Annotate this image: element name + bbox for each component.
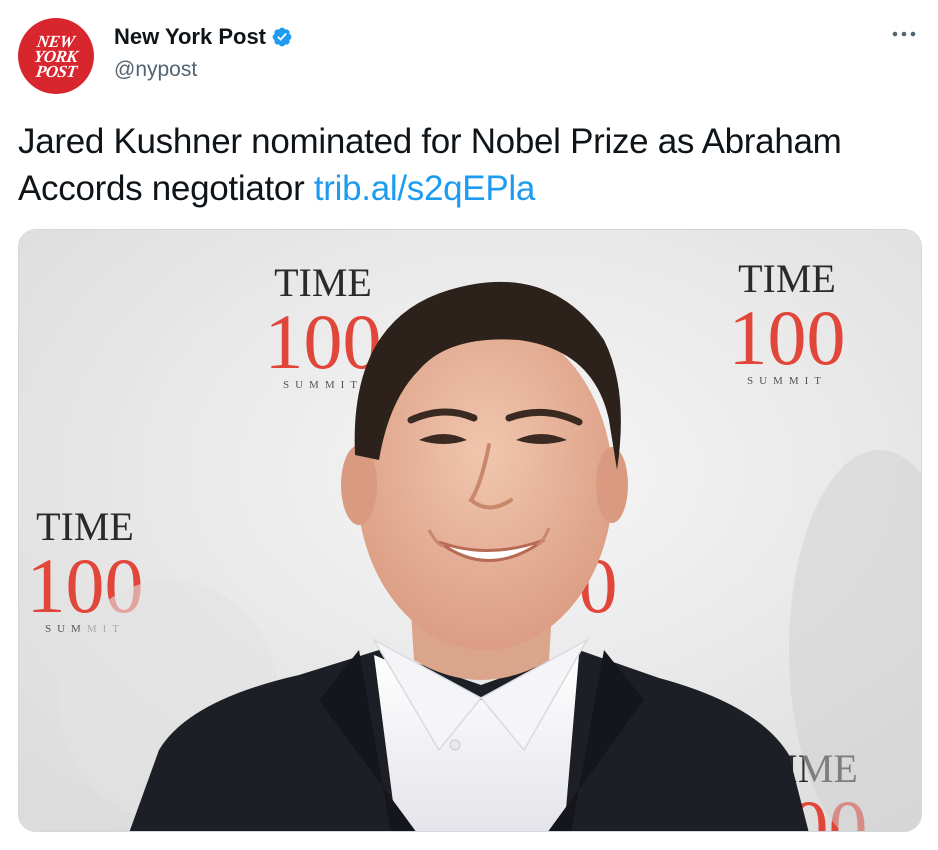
author-handle[interactable]: @nypost (114, 58, 197, 82)
author-name-row: New York Post (114, 24, 293, 50)
avatar-logo-line-3: POST (34, 61, 78, 81)
verified-badge-icon (271, 26, 293, 48)
tweet-text: Jared Kushner nominated for Nobel Prize … (18, 118, 918, 212)
tweet-photo[interactable]: TIME 100 SUMMIT TIME 100 SUMMIT TIME 100… (18, 229, 922, 832)
time-logo-top-right: TIME 100 SUMMIT (729, 256, 846, 387)
time-logo-top-left: TIME 100 SUMMIT (265, 260, 382, 391)
logo-event: SUMMIT (283, 379, 363, 391)
tweet: NEW YORK POST New York Post @nypost Jare… (0, 0, 938, 850)
more-options-icon[interactable] (890, 24, 918, 44)
author-display-name[interactable]: New York Post (114, 24, 266, 50)
logo-number: 100 (265, 298, 382, 385)
logo-number: 100 (729, 294, 846, 381)
tweet-link[interactable]: trib.al/s2qEPla (314, 169, 535, 208)
photo-illustration: TIME 100 SUMMIT TIME 100 SUMMIT TIME 100… (19, 230, 921, 831)
author-avatar[interactable]: NEW YORK POST (18, 18, 94, 94)
logo-event: SUMMIT (747, 375, 827, 387)
